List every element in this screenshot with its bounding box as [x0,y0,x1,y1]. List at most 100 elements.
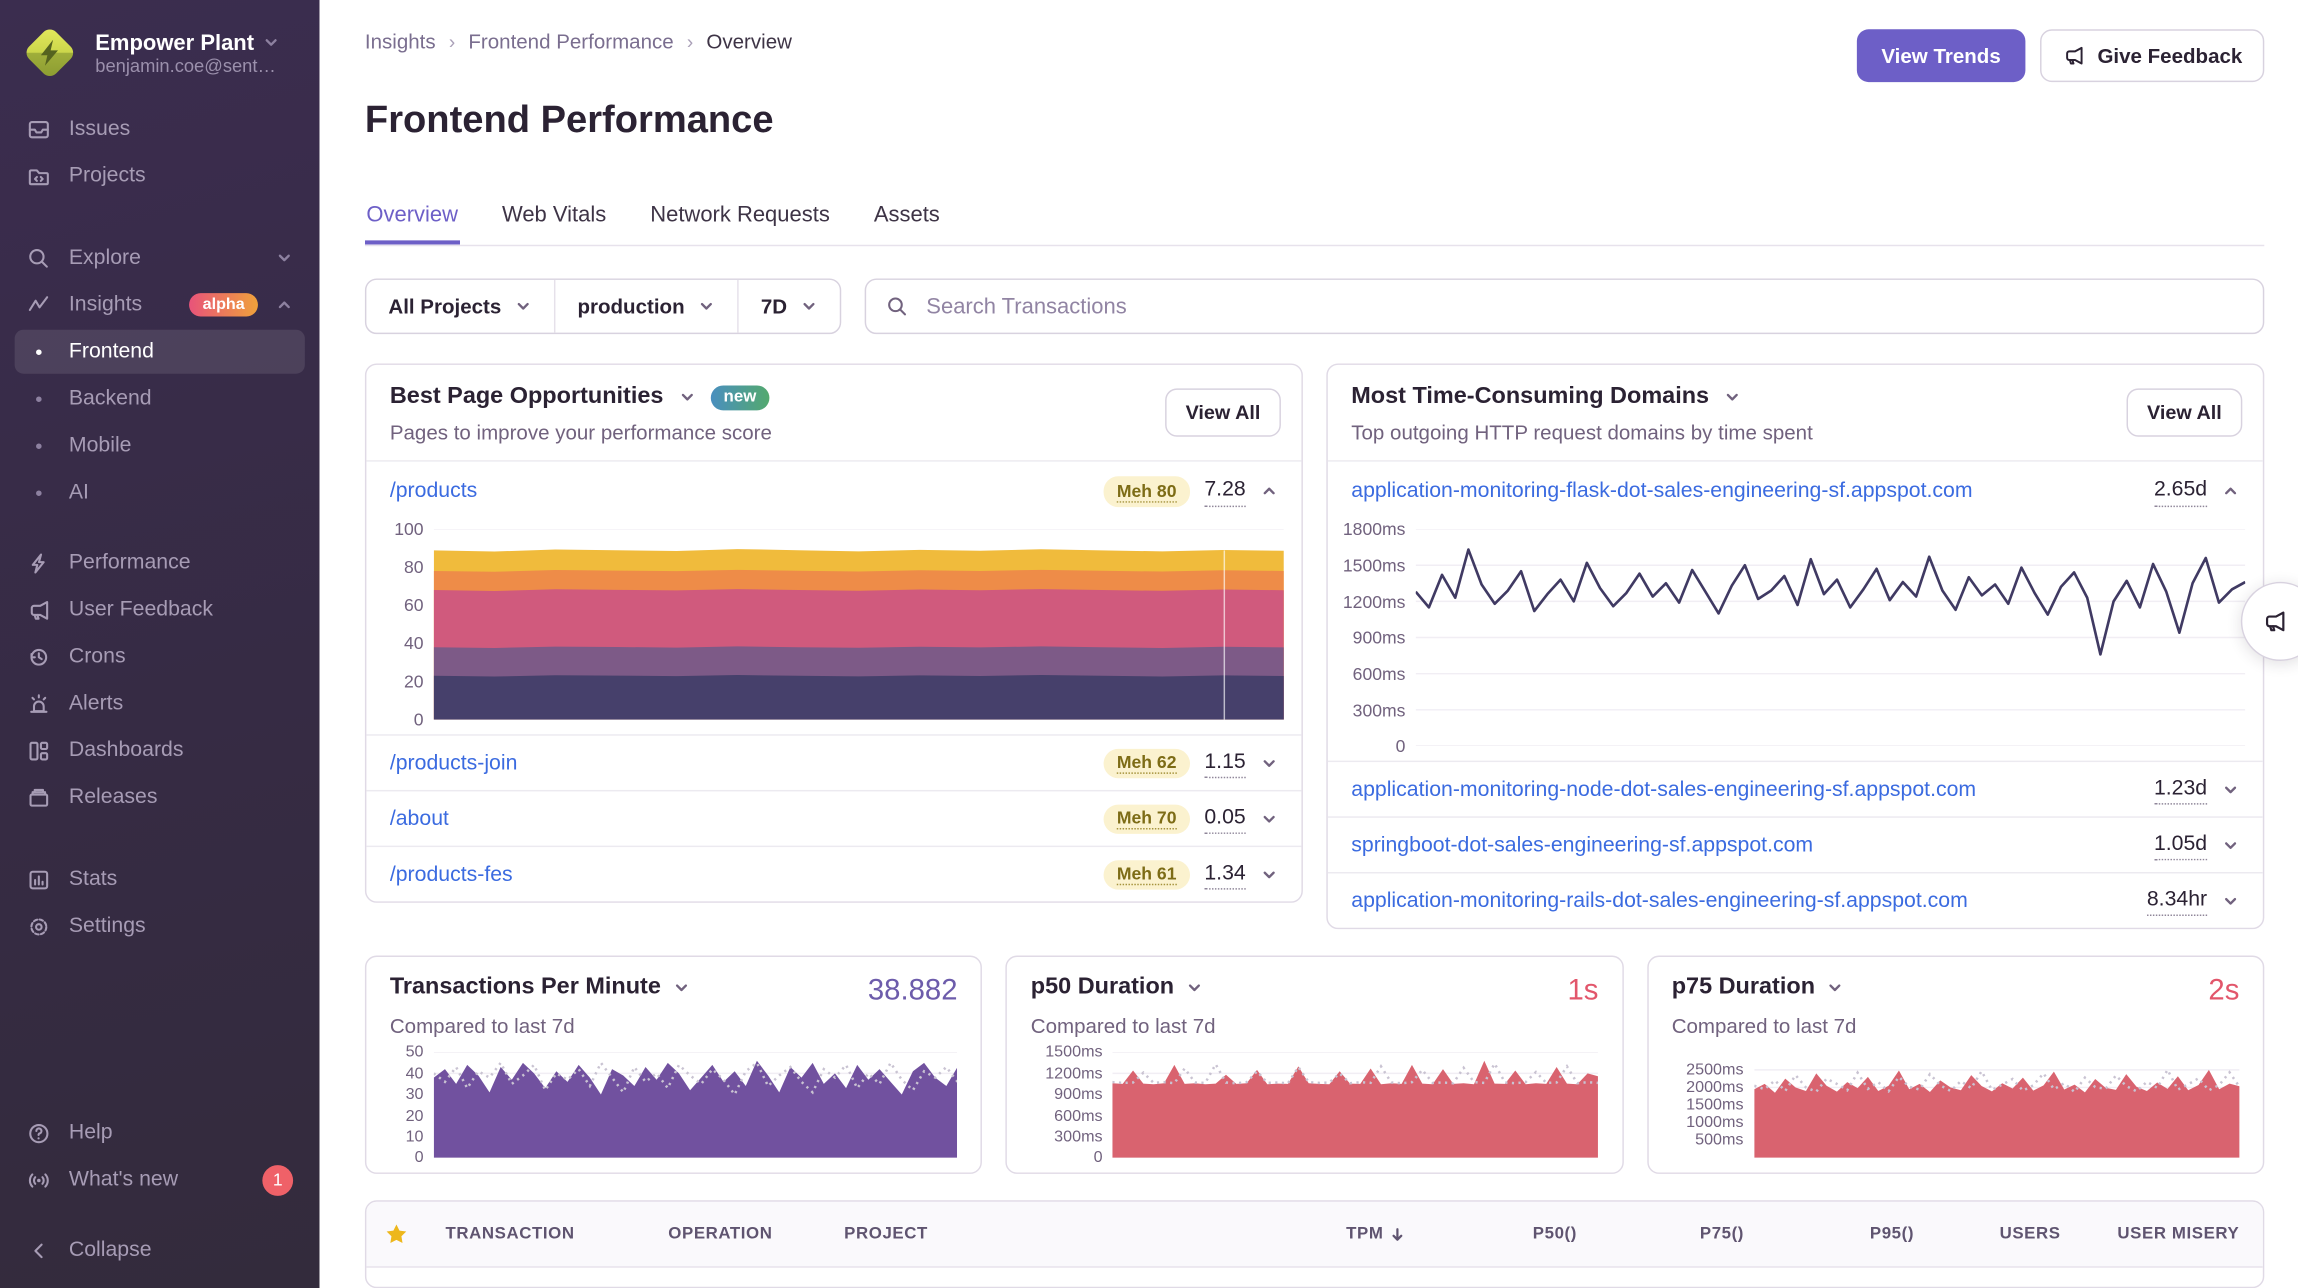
broadcast-icon [26,1167,51,1192]
col-project[interactable]: PROJECT [844,1226,1243,1244]
tab-web-vitals[interactable]: Web Vitals [501,203,608,246]
org-switcher[interactable]: Empower Plant benjamin.coe@sent… [15,21,305,106]
alpha-badge: alpha [189,293,257,316]
domain-link[interactable]: application-monitoring-rails-dot-sales-e… [1351,889,1968,912]
sidebar-collapse-button[interactable]: Collapse [15,1228,305,1272]
sidebar-item-settings[interactable]: Settings [15,904,305,948]
metric-subtitle: Compared to last 7d [390,1015,958,1038]
projects-icon [26,163,51,188]
sidebar-item-stats[interactable]: Stats [15,857,305,901]
page-row-products-fes[interactable]: /products-fes Meh 61 1.34 [366,846,1301,902]
p50-duration-panel: p50 Duration 1s Compared to last 7d 1500… [1006,956,1623,1174]
sidebar-item-releases[interactable]: Releases [15,775,305,819]
chevron-down-icon[interactable] [1260,810,1278,828]
star-icon[interactable] [384,1222,409,1247]
breadcrumb: Insights › Frontend Performance › Overvi… [365,29,792,52]
col-user-misery[interactable]: USER MISERY [2117,1226,2239,1244]
opportunity-value: 7.28 [1204,476,1245,506]
sidebar-item-dashboards[interactable]: Dashboards [15,728,305,772]
bullet-icon: • [26,387,51,410]
chevron-down-icon[interactable] [1260,866,1278,884]
score-badge: Meh 61 [1104,860,1190,890]
chevron-down-icon[interactable] [2222,781,2240,799]
col-p95[interactable]: P95() [1870,1226,1914,1244]
chevron-down-icon[interactable] [1724,389,1742,407]
transactions-table: TRANSACTION OPERATION PROJECT TPM P50() … [365,1201,2264,1288]
chevron-down-icon[interactable] [1260,755,1278,773]
transaction-link[interactable]: /products-fes [390,863,513,886]
col-users[interactable]: USERS [2000,1226,2061,1244]
sidebar-item-crons[interactable]: Crons [15,635,305,679]
sidebar-item-ai[interactable]: • AI [15,470,305,514]
page-row-products-join[interactable]: /products-join Meh 62 1.15 [366,735,1301,791]
lightning-icon [26,550,51,575]
metric-title[interactable]: p75 Duration [1672,975,1845,1001]
bullet-icon: • [26,434,51,457]
page-row-about[interactable]: /about Meh 70 0.05 [366,791,1301,847]
breadcrumb-frontend-performance[interactable]: Frontend Performance [468,29,673,52]
col-p75[interactable]: P75() [1700,1226,1744,1244]
y-axis: 1800ms1500ms1200ms900ms600ms300ms0 [1331,530,1416,747]
panel-subtitle: Top outgoing HTTP request domains by tim… [1351,421,2239,444]
chevron-up-icon[interactable] [1260,483,1278,501]
project-filter[interactable]: All Projects [366,281,554,334]
view-trends-button[interactable]: View Trends [1856,29,2025,82]
megaphone-icon [2062,44,2085,67]
sidebar-item-user-feedback[interactable]: User Feedback [15,588,305,632]
y-axis: 100806040200 [369,530,433,721]
sidebar-item-alerts[interactable]: Alerts [15,681,305,725]
environment-filter[interactable]: production [554,281,737,334]
metric-title[interactable]: Transactions Per Minute [390,975,690,1001]
panel-title[interactable]: Most Time-Consuming Domains [1351,385,1709,411]
search-input[interactable] [923,293,2243,321]
domain-row-node[interactable]: application-monitoring-node-dot-sales-en… [1328,761,2263,817]
tab-assets[interactable]: Assets [872,203,941,246]
domain-row-rails[interactable]: application-monitoring-rails-dot-sales-e… [1328,873,2263,929]
col-tpm[interactable]: TPM [1346,1225,1407,1244]
page-row-products[interactable]: /products Meh 80 7.28 [366,461,1301,521]
panel-title[interactable]: Best Page Opportunities [390,385,664,411]
col-p50[interactable]: P50() [1533,1226,1577,1244]
notification-badge: 1 [262,1164,293,1195]
domain-link[interactable]: springboot-dot-sales-engineering-sf.apps… [1351,834,1813,857]
domain-link[interactable]: application-monitoring-flask-dot-sales-e… [1351,480,1972,503]
sidebar-item-backend[interactable]: • Backend [15,377,305,421]
transaction-link[interactable]: /products-join [390,752,518,775]
transaction-link[interactable]: /about [390,807,449,830]
metric-title[interactable]: p50 Duration [1031,975,1204,1001]
opportunity-value: 1.34 [1204,860,1245,890]
transaction-link[interactable]: /products [390,480,477,503]
gear-icon [26,914,51,939]
col-operation[interactable]: OPERATION [668,1226,844,1244]
give-feedback-button[interactable]: Give Feedback [2040,29,2264,82]
sidebar-item-help[interactable]: Help [15,1111,305,1155]
sidebar-item-mobile[interactable]: • Mobile [15,424,305,468]
sidebar-item-issues[interactable]: Issues [15,107,305,151]
issues-icon [26,117,51,142]
tab-overview[interactable]: Overview [365,203,460,246]
breadcrumb-insights[interactable]: Insights [365,29,436,52]
table-row[interactable]: /products pageload react 7.57/min 5.41s … [366,1268,2262,1288]
sidebar-item-frontend[interactable]: • Frontend [15,330,305,374]
sidebar-item-explore[interactable]: Explore [15,236,305,280]
sidebar-item-insights[interactable]: Insights alpha [15,283,305,327]
p75-chart: 2500ms2000ms1500ms1000ms500ms [1672,1053,2240,1159]
view-all-button[interactable]: View All [1165,389,1281,437]
chevron-down-icon[interactable] [2222,837,2240,855]
sidebar-item-whats-new[interactable]: What's new 1 [15,1158,305,1202]
col-transaction[interactable]: TRANSACTION [446,1226,669,1244]
sidebar-item-performance[interactable]: Performance [15,541,305,585]
chevron-down-icon[interactable] [2222,892,2240,910]
view-all-button[interactable]: View All [2126,389,2242,437]
domain-row-springboot[interactable]: springboot-dot-sales-engineering-sf.apps… [1328,817,2263,873]
search-transactions[interactable] [865,279,2265,335]
domain-row-flask[interactable]: application-monitoring-flask-dot-sales-e… [1328,461,2263,521]
chevron-up-icon[interactable] [2222,483,2240,501]
sidebar-item-projects[interactable]: Projects [15,154,305,198]
chevron-down-icon[interactable] [678,389,696,407]
domain-link[interactable]: application-monitoring-node-dot-sales-en… [1351,778,1976,801]
tab-network-requests[interactable]: Network Requests [649,203,832,246]
chevron-down-icon [263,34,281,52]
date-range-filter[interactable]: 7D [737,281,839,334]
help-icon [26,1120,51,1145]
